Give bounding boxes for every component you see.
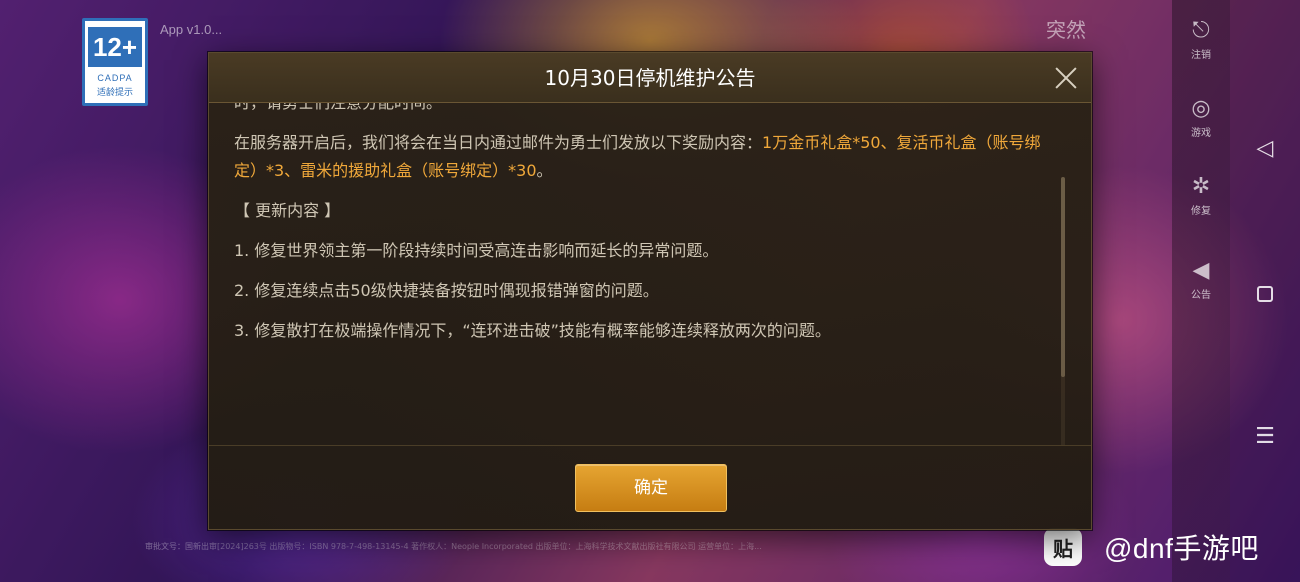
recent-apps-icon[interactable]: ☰ <box>1252 424 1278 450</box>
age-rating-number: 12+ <box>88 27 142 67</box>
logout-icon: ⎋ <box>1192 18 1210 43</box>
back-icon[interactable]: ◁ <box>1252 136 1278 162</box>
legal-info-text: 审批文号：国新出审[2024]263号 出版物号：ISBN 978-7-498-… <box>145 542 762 551</box>
home-icon[interactable] <box>1252 281 1278 307</box>
scrollbar-thumb[interactable] <box>1061 177 1065 377</box>
background-title-text: 突然 <box>1046 18 1086 42</box>
side-item-record[interactable]: ◎ 游戏 <box>1172 96 1230 139</box>
content-paragraph: 时，请勇士们注意分配时间。 <box>234 103 1044 117</box>
confirm-button[interactable]: 确定 <box>575 464 727 512</box>
announcement-content[interactable]: 时，请勇士们注意分配时间。 在服务器开启后，我们将会在当日内通过邮件为勇士们发放… <box>209 103 1091 445</box>
tieba-logo-icon: 贴 <box>1044 528 1082 566</box>
dialog-title: 10月30日停机维护公告 <box>544 66 756 90</box>
side-item-label: 游戏 <box>1191 128 1211 139</box>
age-rating-tip: 适龄提示 <box>96 88 133 98</box>
record-icon: ◎ <box>1191 96 1211 121</box>
side-item-label: 修复 <box>1191 206 1211 217</box>
side-item-repair[interactable]: ✲ 修复 <box>1172 174 1230 217</box>
watermark-text: @dnf手游吧 <box>1104 533 1259 564</box>
dialog-header: 10月30日停机维护公告 <box>209 53 1091 103</box>
section-header: 【 更新内容 】 <box>234 201 341 220</box>
announcement-dialog: 10月30日停机维护公告 时，请勇士们注意分配时间。 在服务器开启后，我们将会在… <box>208 52 1092 530</box>
side-item-label: 注销 <box>1191 50 1211 61</box>
watermark: 贴 @dnf手游吧 <box>1044 527 1259 567</box>
side-item-label: 公告 <box>1191 290 1211 301</box>
reward-paragraph: 在服务器开启后，我们将会在当日内通过邮件为勇士们发放以下奖励内容：1万金币礼盒*… <box>234 129 1044 185</box>
update-item: 3. 修复散打在极端操作情况下，“连环进击破”技能有概率能够连续释放两次的问题。 <box>234 321 831 340</box>
dialog-divider <box>209 445 1091 446</box>
age-rating-org: CADPA <box>97 73 133 83</box>
update-item: 1. 修复世界领主第一阶段持续时间受高连击影响而延长的异常问题。 <box>234 241 719 260</box>
game-side-menu: ⎋ 注销 ◎ 游戏 ✲ 修复 ◀ 公告 <box>1172 0 1230 582</box>
side-item-announcement[interactable]: ◀ 公告 <box>1172 258 1230 301</box>
update-item: 2. 修复连续点击50级快捷装备按钮时偶现报错弹窗的问题。 <box>234 281 659 300</box>
system-nav-bar: ◁ ☰ <box>1230 0 1300 582</box>
repair-icon: ✲ <box>1191 174 1211 199</box>
close-icon[interactable] <box>1051 63 1081 93</box>
app-version-text: App v1.0... <box>160 22 223 37</box>
side-item-logout[interactable]: ⎋ 注销 <box>1172 18 1230 61</box>
announcement-icon: ◀ <box>1192 258 1210 283</box>
age-rating-badge: 12+ CADPA 适龄提示 <box>82 18 148 106</box>
reward-end: 。 <box>536 161 553 180</box>
reward-intro: 在服务器开启后，我们将会在当日内通过邮件为勇士们发放以下奖励内容： <box>234 133 763 152</box>
